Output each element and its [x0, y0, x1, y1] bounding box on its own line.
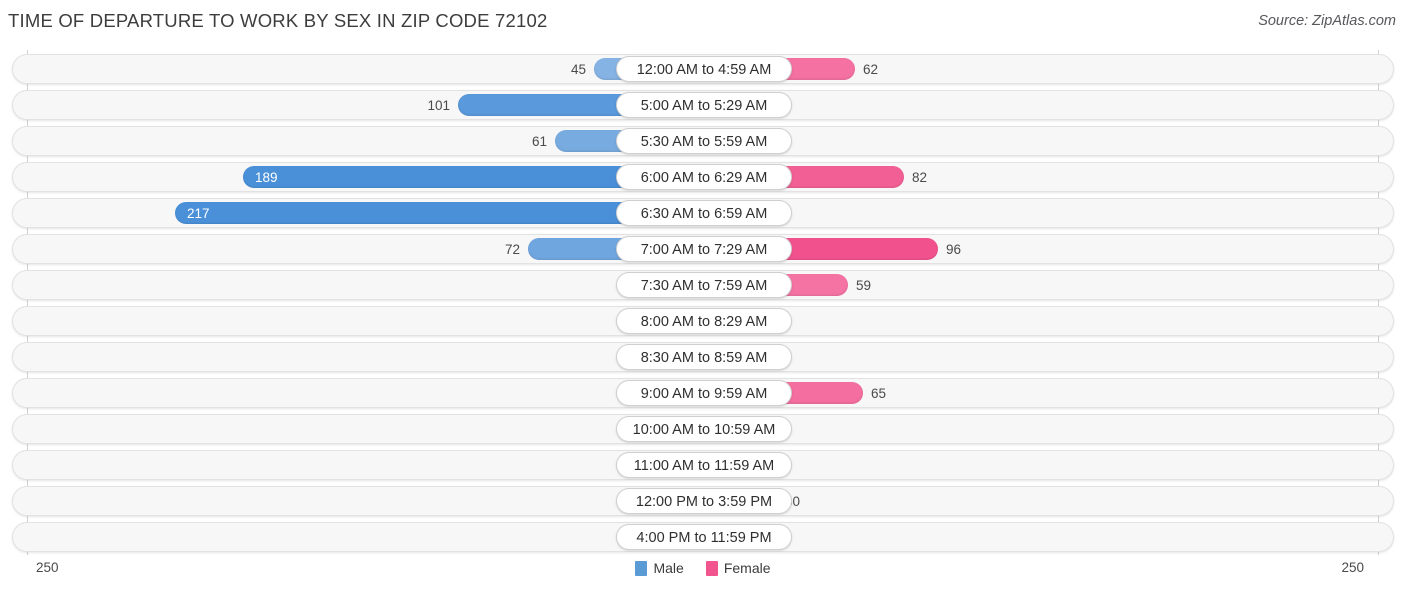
table-row[interactable]: 72 96 7:00 AM to 7:29 AM: [12, 234, 1394, 264]
table-row[interactable]: 0010:00 AM to 10:59 AM: [12, 414, 1394, 444]
bar-value-female: 82: [912, 170, 928, 185]
table-row[interactable]: 45 62 12:00 AM to 4:59 AM: [12, 54, 1394, 84]
chart-legend: Male Female: [0, 560, 1406, 576]
table-row[interactable]: 2597:30 AM to 7:59 AM: [12, 270, 1394, 300]
row-content: 72 96 7:00 AM to 7:29 AM: [13, 235, 1393, 263]
category-label: 7:00 AM to 7:29 AM: [616, 236, 792, 262]
row-content: 0659:00 AM to 9:59 AM: [13, 379, 1393, 407]
bar-value-female: 62: [863, 62, 879, 77]
row-content: 61215:30 AM to 5:59 AM: [13, 127, 1393, 155]
row-content: 0011:00 AM to 11:59 AM: [13, 451, 1393, 479]
bar-value-female: 59: [856, 278, 872, 293]
legend-label: Female: [723, 560, 771, 576]
bar-value-female: 65: [871, 386, 887, 401]
row-content: 45 62 12:00 AM to 4:59 AM: [13, 55, 1393, 83]
bar-value-female: 96: [946, 242, 962, 257]
category-label: 5:00 AM to 5:29 AM: [616, 92, 792, 118]
category-label: 11:00 AM to 11:59 AM: [616, 452, 792, 478]
category-label: 12:00 AM to 4:59 AM: [616, 56, 792, 82]
page-title: TIME OF DEPARTURE TO WORK BY SEX IN ZIP …: [8, 10, 548, 31]
source-attribution: Source: ZipAtlas.com: [1258, 13, 1396, 29]
category-label: 5:30 AM to 5:59 AM: [616, 128, 792, 154]
row-content: 189 82 6:00 AM to 6:29 AM: [13, 163, 1393, 191]
category-label: 7:30 AM to 7:59 AM: [616, 272, 792, 298]
table-row[interactable]: 0659:00 AM to 9:59 AM: [12, 378, 1394, 408]
category-label: 10:00 AM to 10:59 AM: [616, 416, 792, 442]
legend-swatch-icon: [635, 560, 648, 576]
category-label: 6:30 AM to 6:59 AM: [616, 200, 792, 226]
table-row[interactable]: 0228:30 AM to 8:59 AM: [12, 342, 1394, 372]
row-content: 10195:00 AM to 5:29 AM: [13, 91, 1393, 119]
table-row[interactable]: 10195:00 AM to 5:29 AM: [12, 90, 1394, 120]
row-content: 0010:00 AM to 10:59 AM: [13, 415, 1393, 443]
table-row[interactable]: 0158:00 AM to 8:29 AM: [12, 306, 1394, 336]
table-row[interactable]: 189 82 6:00 AM to 6:29 AM: [12, 162, 1394, 192]
bar-value-male: 72: [504, 242, 520, 257]
legend-item-male[interactable]: Male: [635, 560, 684, 576]
legend-item-female[interactable]: Female: [705, 560, 771, 576]
table-row[interactable]: 61215:30 AM to 5:59 AM: [12, 126, 1394, 156]
chart-footer: 250 250 Male Female: [0, 556, 1406, 595]
chart-plot-area: 45 62 12:00 AM to 4:59 AM 10195:00 AM to 5:…: [0, 50, 1406, 555]
table-row[interactable]: 21786:30 AM to 6:59 AM: [12, 198, 1394, 228]
row-content: 21786:30 AM to 6:59 AM: [13, 199, 1393, 227]
row-content: 2597:30 AM to 7:59 AM: [13, 271, 1393, 299]
bar-value-male: 101: [427, 98, 450, 113]
bar-value-male: 189: [255, 170, 278, 185]
bar-value-male: 45: [570, 62, 586, 77]
row-content: 133012:00 PM to 3:59 PM: [13, 487, 1393, 515]
category-label: 8:00 AM to 8:29 AM: [616, 308, 792, 334]
category-label: 8:30 AM to 8:59 AM: [616, 344, 792, 370]
table-row[interactable]: 484:00 PM to 11:59 PM: [12, 522, 1394, 552]
row-content: 484:00 PM to 11:59 PM: [13, 523, 1393, 551]
row-content: 0158:00 AM to 8:29 AM: [13, 307, 1393, 335]
category-label: 4:00 PM to 11:59 PM: [616, 524, 792, 550]
legend-label: Male: [653, 560, 684, 576]
category-label: 6:00 AM to 6:29 AM: [616, 164, 792, 190]
chart-header: TIME OF DEPARTURE TO WORK BY SEX IN ZIP …: [0, 0, 1406, 44]
category-label: 12:00 PM to 3:59 PM: [616, 488, 792, 514]
row-content: 0228:30 AM to 8:59 AM: [13, 343, 1393, 371]
table-row[interactable]: 133012:00 PM to 3:59 PM: [12, 486, 1394, 516]
bar-value-male: 217: [187, 206, 210, 221]
bar-value-male: 61: [531, 134, 547, 149]
category-label: 9:00 AM to 9:59 AM: [616, 380, 792, 406]
table-row[interactable]: 0011:00 AM to 11:59 AM: [12, 450, 1394, 480]
legend-swatch-icon: [705, 560, 718, 576]
bar-value-female: 30: [785, 494, 801, 509]
